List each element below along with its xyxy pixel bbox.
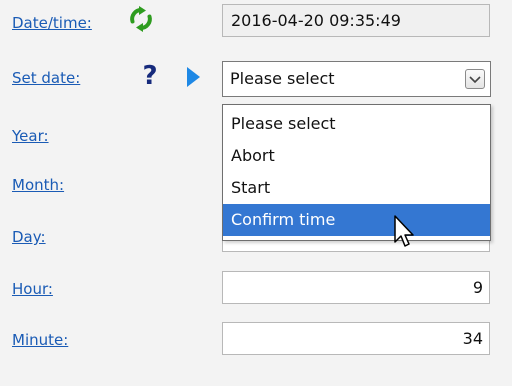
hour-label[interactable]: Hour: [12,279,53,299]
datetime-field: 2016-04-20 09:35:49 [222,4,490,37]
chevron-down-icon[interactable] [465,69,485,89]
day-label[interactable]: Day: [12,227,46,247]
minute-label[interactable]: Minute: [12,330,68,350]
set-date-select[interactable]: Please select [222,61,491,97]
option-start[interactable]: Start [223,172,490,204]
help-icon[interactable]: ? [139,63,161,89]
mouse-pointer-icon [394,215,414,247]
year-label[interactable]: Year: [12,126,49,146]
play-arrow-icon [187,67,200,87]
option-confirm-time[interactable]: Confirm time [223,204,490,236]
month-label[interactable]: Month: [12,175,64,195]
refresh-icon[interactable] [128,6,154,32]
set-date-label[interactable]: Set date: [12,68,80,88]
set-date-dropdown-list[interactable]: Please select Abort Start Confirm time [222,104,491,241]
set-date-panel: Date/time: 2016-04-20 09:35:49 Set date:… [0,0,512,386]
datetime-label[interactable]: Date/time: [12,13,92,33]
option-please-select[interactable]: Please select [223,108,490,140]
minute-field[interactable]: 34 [222,322,490,355]
option-abort[interactable]: Abort [223,140,490,172]
select-value: Please select [230,69,335,88]
hour-field[interactable]: 9 [222,271,490,304]
